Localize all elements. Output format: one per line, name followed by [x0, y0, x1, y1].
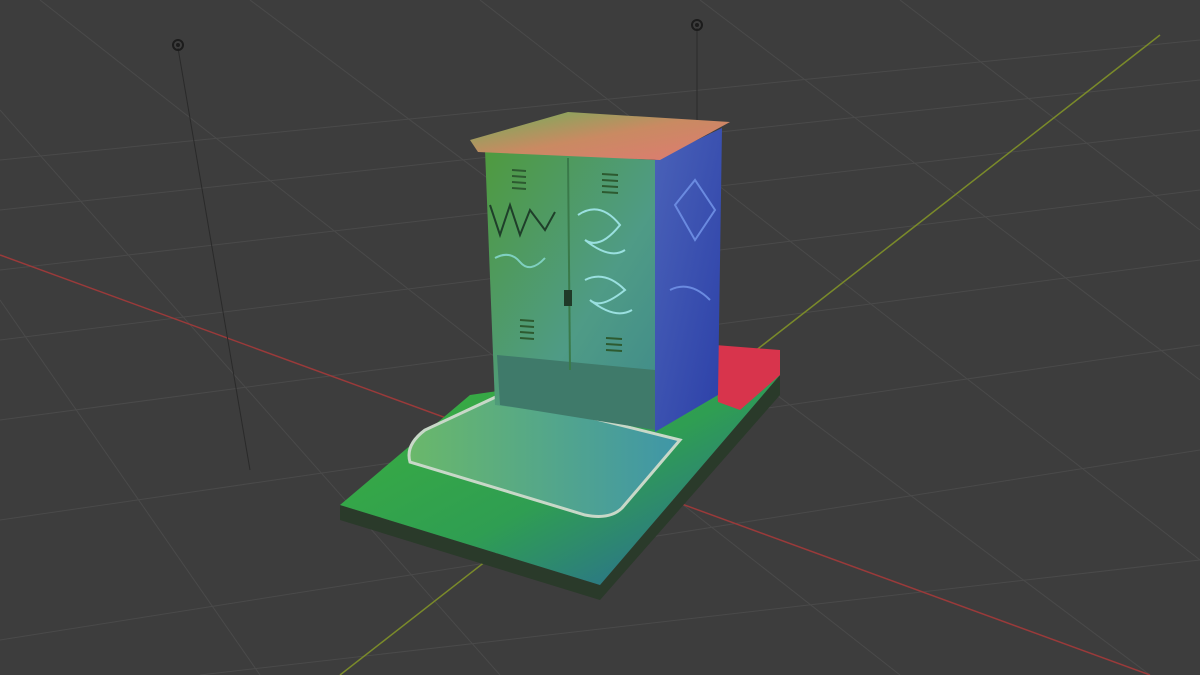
door-handle: [564, 290, 572, 306]
3d-viewport[interactable]: [0, 0, 1200, 675]
cabinet-side: [655, 128, 722, 432]
light-1[interactable]: [172, 39, 251, 471]
viewport-canvas[interactable]: [0, 0, 1200, 675]
